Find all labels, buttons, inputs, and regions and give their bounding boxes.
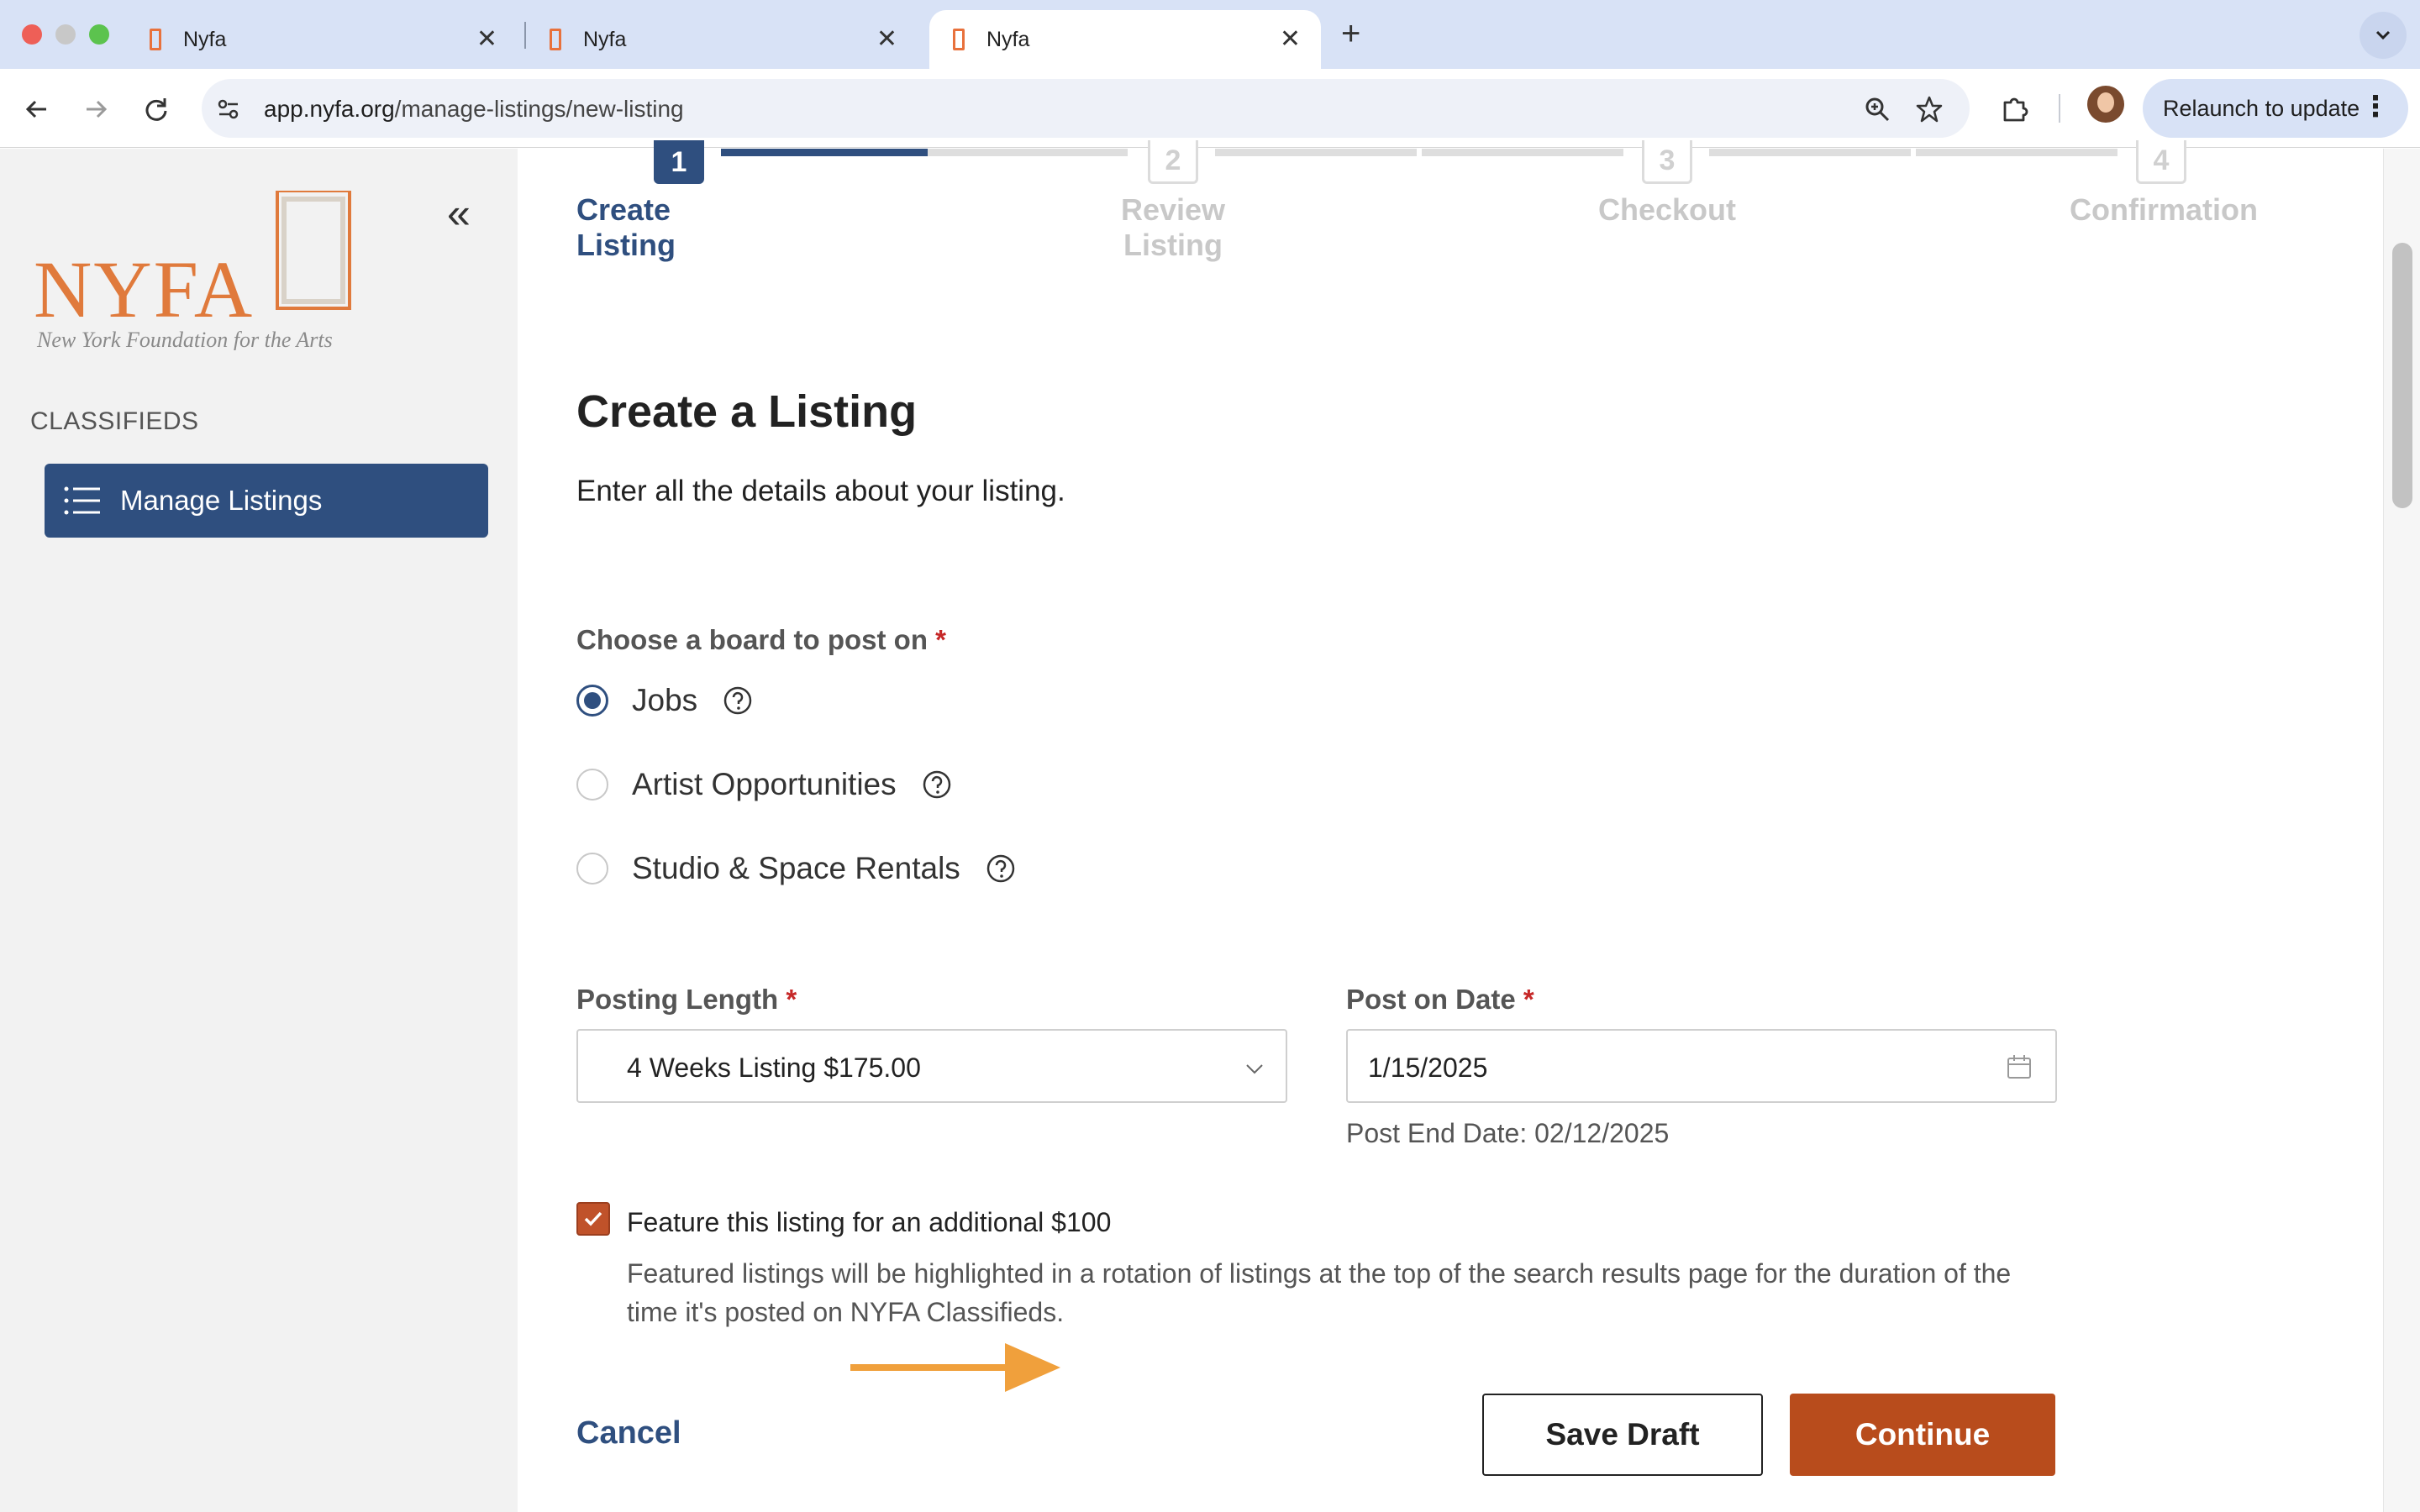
step-progress-bar [1422, 149, 1623, 156]
back-arrow-icon [25, 100, 46, 118]
more-menu-icon[interactable]: ⋮ [2361, 92, 2390, 121]
nyfa-favicon-icon [550, 29, 561, 50]
radio-button[interactable] [576, 769, 608, 801]
scrollbar-thumb[interactable] [2392, 243, 2412, 508]
step-number: 3 [1642, 140, 1692, 184]
post-date-value: 1/15/2025 [1368, 1053, 1488, 1083]
puzzle-icon [2003, 97, 2028, 122]
browser-tab[interactable]: Nyfa ✕ [526, 10, 918, 69]
new-tab-icon[interactable]: + [1341, 15, 1360, 53]
forward-button[interactable] [77, 91, 114, 128]
minimize-window-button[interactable] [55, 24, 76, 45]
step-number: 4 [2136, 140, 2186, 184]
radio-label: Jobs [632, 683, 698, 717]
checkmark-icon [584, 1211, 602, 1226]
bookmark-star-icon[interactable] [1912, 92, 1946, 126]
page-title: Create a Listing [576, 386, 918, 437]
cancel-link[interactable]: Cancel [576, 1415, 681, 1452]
relaunch-to-update-button[interactable]: Relaunch to update ⋮ [2143, 79, 2408, 138]
reload-icon [145, 98, 167, 121]
site-info-icon[interactable] [212, 92, 245, 126]
step-progress-bar [1709, 149, 1911, 156]
url-text: app.nyfa.org/manage-listings/new-listing [264, 96, 684, 122]
browser-toolbar: app.nyfa.org/manage-listings/new-listing… [0, 69, 2420, 148]
save-draft-button[interactable]: Save Draft [1482, 1394, 1763, 1476]
step-progress-bar [928, 149, 1128, 156]
relaunch-label: Relaunch to update [2163, 95, 2360, 121]
back-button[interactable] [18, 91, 55, 128]
sidebar-section-label: CLASSIFIEDS [30, 407, 199, 435]
sidebar-item-label: Manage Listings [120, 485, 323, 516]
sidebar-item-manage-listings[interactable]: Manage Listings [45, 464, 488, 538]
board-option-studio-space-rentals[interactable]: Studio & Space Rentals [576, 851, 1016, 886]
browser-tab[interactable]: Nyfa ✕ [126, 10, 518, 69]
zoom-window-button[interactable] [89, 24, 109, 45]
annotation-arrow [850, 1343, 1060, 1392]
posting-length-label: Posting Length * [576, 984, 797, 1015]
nyfa-logo: NYFA New York Foundation for the Arts [34, 191, 351, 350]
radio-button[interactable] [576, 685, 608, 717]
continue-button[interactable]: Continue [1790, 1394, 2055, 1476]
close-tab-icon[interactable]: ✕ [876, 27, 897, 52]
step-progress-bar [721, 149, 928, 156]
forward-arrow-icon [87, 100, 108, 118]
required-mark: * [935, 624, 947, 655]
chevron-down-icon [1246, 1064, 1263, 1074]
help-icon[interactable] [922, 769, 952, 800]
toolbar-divider [2059, 94, 2060, 123]
posting-length-value: 4 Weeks Listing $175.00 [627, 1053, 921, 1083]
board-field-label: Choose a board to post on * [576, 624, 947, 655]
browser-tabstrip: Nyfa ✕ Nyfa ✕ Nyfa ✕ + [0, 0, 2420, 69]
posting-length-select[interactable]: 4 Weeks Listing $175.00 [576, 1029, 1287, 1103]
address-bar[interactable]: app.nyfa.org/manage-listings/new-listing [202, 79, 1970, 138]
logo-tagline: New York Foundation for the Arts [36, 328, 333, 350]
page-subtitle: Enter all the details about your listing… [576, 475, 1065, 507]
feature-listing-label[interactable]: Feature this listing for an additional $… [627, 1207, 1111, 1238]
step-number: 1 [654, 140, 704, 184]
post-date-label: Post on Date * [1346, 984, 1534, 1015]
nyfa-favicon-icon [150, 29, 161, 50]
sidebar: NYFA New York Foundation for the Arts « … [0, 149, 518, 1512]
board-option-jobs[interactable]: Jobs [576, 683, 753, 718]
help-icon[interactable] [723, 685, 753, 716]
step-progress-bar [1215, 149, 1417, 156]
browser-tab-active[interactable]: Nyfa ✕ [929, 10, 1321, 69]
close-window-button[interactable] [22, 24, 42, 45]
calendar-icon[interactable] [2005, 1053, 2033, 1081]
step-progress-bar [1916, 149, 2118, 156]
board-option-artist-opportunities[interactable]: Artist Opportunities [576, 767, 952, 802]
help-icon[interactable] [986, 853, 1016, 884]
radio-label: Studio & Space Rentals [632, 851, 960, 885]
tab-search-button[interactable] [2360, 12, 2407, 59]
required-mark: * [1523, 984, 1534, 1015]
step-number: 2 [1148, 140, 1198, 184]
reload-button[interactable] [138, 91, 175, 128]
zoom-icon[interactable] [1860, 92, 1894, 126]
post-date-input[interactable]: 1/15/2025 [1346, 1029, 2057, 1103]
close-tab-icon[interactable]: ✕ [476, 27, 497, 52]
radio-label: Artist Opportunities [632, 767, 897, 801]
list-icon [64, 486, 100, 515]
nyfa-favicon-icon [953, 29, 965, 50]
step-label-create-listing: Create Listing [576, 192, 676, 262]
tab-title: Nyfa [183, 27, 227, 51]
post-end-date: Post End Date: 02/12/2025 [1346, 1118, 1670, 1148]
close-tab-icon[interactable]: ✕ [1280, 27, 1301, 52]
required-mark: * [786, 984, 797, 1015]
main-content: 1 2 3 4 Create Listing Review Listing Ch… [518, 140, 2383, 1512]
step-label-checkout: Checkout [1597, 192, 1737, 227]
feature-listing-description: Featured listings will be highlighted in… [627, 1258, 2012, 1327]
tab-title: Nyfa [583, 27, 627, 51]
logo-text: NYFA [34, 244, 254, 334]
profile-avatar[interactable] [2087, 86, 2124, 123]
step-label-review-listing: Review Listing [1120, 192, 1226, 262]
feature-listing-checkbox[interactable] [576, 1202, 610, 1236]
tab-title: Nyfa [986, 27, 1030, 51]
extensions-button[interactable] [1996, 91, 2033, 128]
chevron-down-icon [2375, 30, 2391, 40]
collapse-sidebar-icon[interactable]: « [447, 192, 471, 234]
page-scrollbar[interactable] [2383, 149, 2420, 1512]
radio-button[interactable] [576, 853, 608, 885]
step-label-confirmation: Confirmation [2070, 192, 2258, 227]
